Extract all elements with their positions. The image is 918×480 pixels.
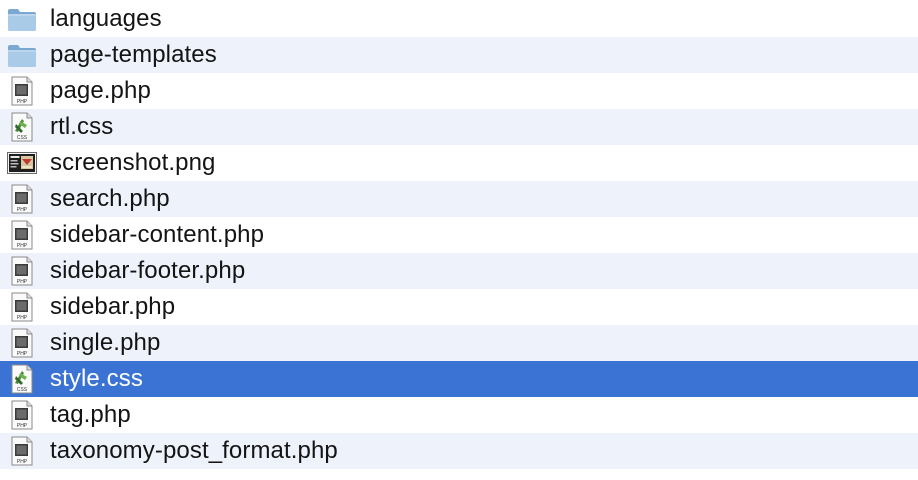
file-name: sidebar.php xyxy=(50,293,176,320)
php-file-icon: PHP xyxy=(0,397,44,433)
css-file-icon: CSS xyxy=(0,361,44,397)
file-row-rtl-css[interactable]: CSS rtl.css xyxy=(0,109,918,145)
svg-text:PHP: PHP xyxy=(17,243,28,249)
file-list: languages page-templates PHP page.php CS… xyxy=(0,0,918,480)
file-name: tag.php xyxy=(50,401,131,428)
php-file-icon: PHP xyxy=(0,181,44,217)
svg-text:PHP: PHP xyxy=(17,423,28,429)
file-row-page-php[interactable]: PHP page.php xyxy=(0,73,918,109)
svg-text:PHP: PHP xyxy=(17,99,28,105)
file-name: search.php xyxy=(50,185,170,212)
file-row-sidebar-php[interactable]: PHP sidebar.php xyxy=(0,289,918,325)
file-name: style.css xyxy=(50,365,143,392)
file-row-languages[interactable]: languages xyxy=(0,1,918,37)
php-file-icon: PHP xyxy=(0,325,44,361)
svg-text:PHP: PHP xyxy=(17,279,28,285)
file-name: page-templates xyxy=(50,41,217,68)
svg-text:PHP: PHP xyxy=(17,459,28,465)
php-file-icon: PHP xyxy=(0,253,44,289)
file-name: taxonomy-post_format.php xyxy=(50,437,338,464)
file-row-taxonomy-post-format-php[interactable]: PHP taxonomy-post_format.php xyxy=(0,433,918,469)
file-row-search-php[interactable]: PHP search.php xyxy=(0,181,918,217)
svg-text:CSS: CSS xyxy=(17,135,28,141)
svg-text:PHP: PHP xyxy=(17,207,28,213)
png-file-icon xyxy=(0,145,44,181)
file-name: sidebar-content.php xyxy=(50,221,265,248)
file-name: rtl.css xyxy=(50,113,114,140)
file-row-sidebar-content-php[interactable]: PHP sidebar-content.php xyxy=(0,217,918,253)
file-row-tag-php[interactable]: PHP tag.php xyxy=(0,397,918,433)
folder-icon xyxy=(0,1,44,37)
svg-text:PHP: PHP xyxy=(17,351,28,357)
file-name: single.php xyxy=(50,329,161,356)
folder-icon xyxy=(0,37,44,73)
file-name: page.php xyxy=(50,77,151,104)
svg-text:CSS: CSS xyxy=(17,387,28,393)
file-name: screenshot.png xyxy=(50,149,216,176)
file-row-sidebar-footer-php[interactable]: PHP sidebar-footer.php xyxy=(0,253,918,289)
file-row-screenshot-png[interactable]: screenshot.png xyxy=(0,145,918,181)
file-row-page-templates[interactable]: page-templates xyxy=(0,37,918,73)
php-file-icon: PHP xyxy=(0,217,44,253)
php-file-icon: PHP xyxy=(0,289,44,325)
php-file-icon: PHP xyxy=(0,433,44,469)
php-file-icon: PHP xyxy=(0,73,44,109)
file-name: sidebar-footer.php xyxy=(50,257,246,284)
file-row-style-css[interactable]: CSS style.css xyxy=(0,361,918,397)
svg-text:PHP: PHP xyxy=(17,315,28,321)
file-row-single-php[interactable]: PHP single.php xyxy=(0,325,918,361)
css-file-icon: CSS xyxy=(0,109,44,145)
file-name: languages xyxy=(50,5,162,32)
